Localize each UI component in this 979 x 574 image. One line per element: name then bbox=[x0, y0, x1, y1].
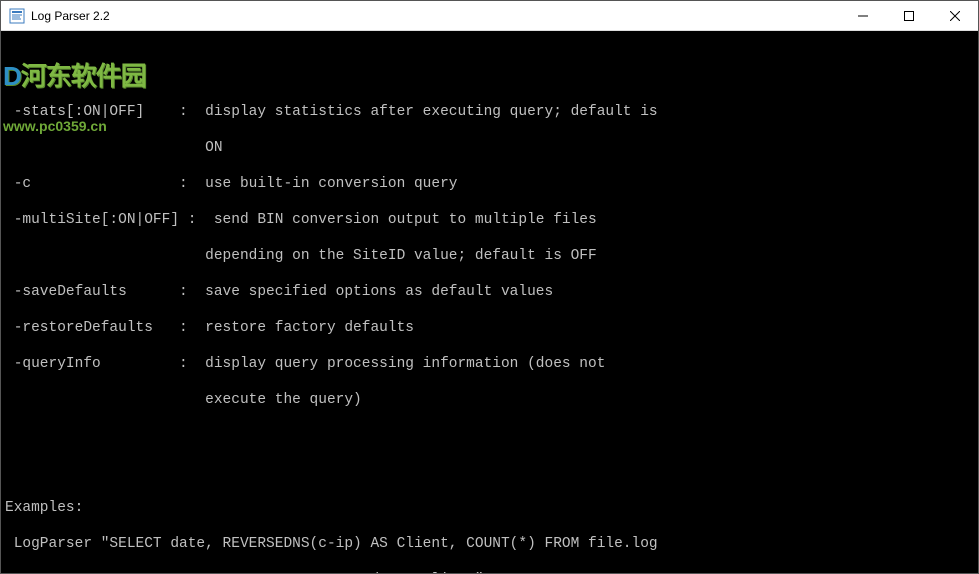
minimize-button[interactable] bbox=[840, 1, 886, 30]
window-title: Log Parser 2.2 bbox=[31, 9, 110, 23]
terminal-line: depending on the SiteID value; default i… bbox=[5, 247, 974, 265]
maximize-button[interactable] bbox=[886, 1, 932, 30]
terminal-line: WHERE sc-status<>200 GROUP BY date, Clie… bbox=[5, 571, 974, 573]
terminal-line: -saveDefaults : save specified options a… bbox=[5, 283, 974, 301]
terminal-line bbox=[5, 427, 974, 445]
terminal-content: -stats[:ON|OFF] : display statistics aft… bbox=[1, 85, 978, 573]
close-button[interactable] bbox=[932, 1, 978, 30]
terminal-line: ON bbox=[5, 139, 974, 157]
terminal-line bbox=[5, 463, 974, 481]
window-titlebar: Log Parser 2.2 bbox=[1, 1, 978, 31]
terminal-line: Examples: bbox=[5, 499, 974, 517]
terminal-line: LogParser "SELECT date, REVERSEDNS(c-ip)… bbox=[5, 535, 974, 553]
terminal-line: -queryInfo : display query processing in… bbox=[5, 355, 974, 373]
window-controls bbox=[840, 1, 978, 30]
terminal-line: -restoreDefaults : restore factory defau… bbox=[5, 319, 974, 337]
window-icon bbox=[9, 8, 25, 24]
terminal-line: -stats[:ON|OFF] : display statistics aft… bbox=[5, 103, 974, 121]
watermark-logo: D河东软件园 bbox=[3, 67, 146, 85]
terminal-line: execute the query) bbox=[5, 391, 974, 409]
terminal-area[interactable]: D河东软件园 www.pc0359.cn -stats[:ON|OFF] : d… bbox=[1, 31, 978, 573]
terminal-line: -multiSite[:ON|OFF] : send BIN conversio… bbox=[5, 211, 974, 229]
terminal-line: -c : use built-in conversion query bbox=[5, 175, 974, 193]
